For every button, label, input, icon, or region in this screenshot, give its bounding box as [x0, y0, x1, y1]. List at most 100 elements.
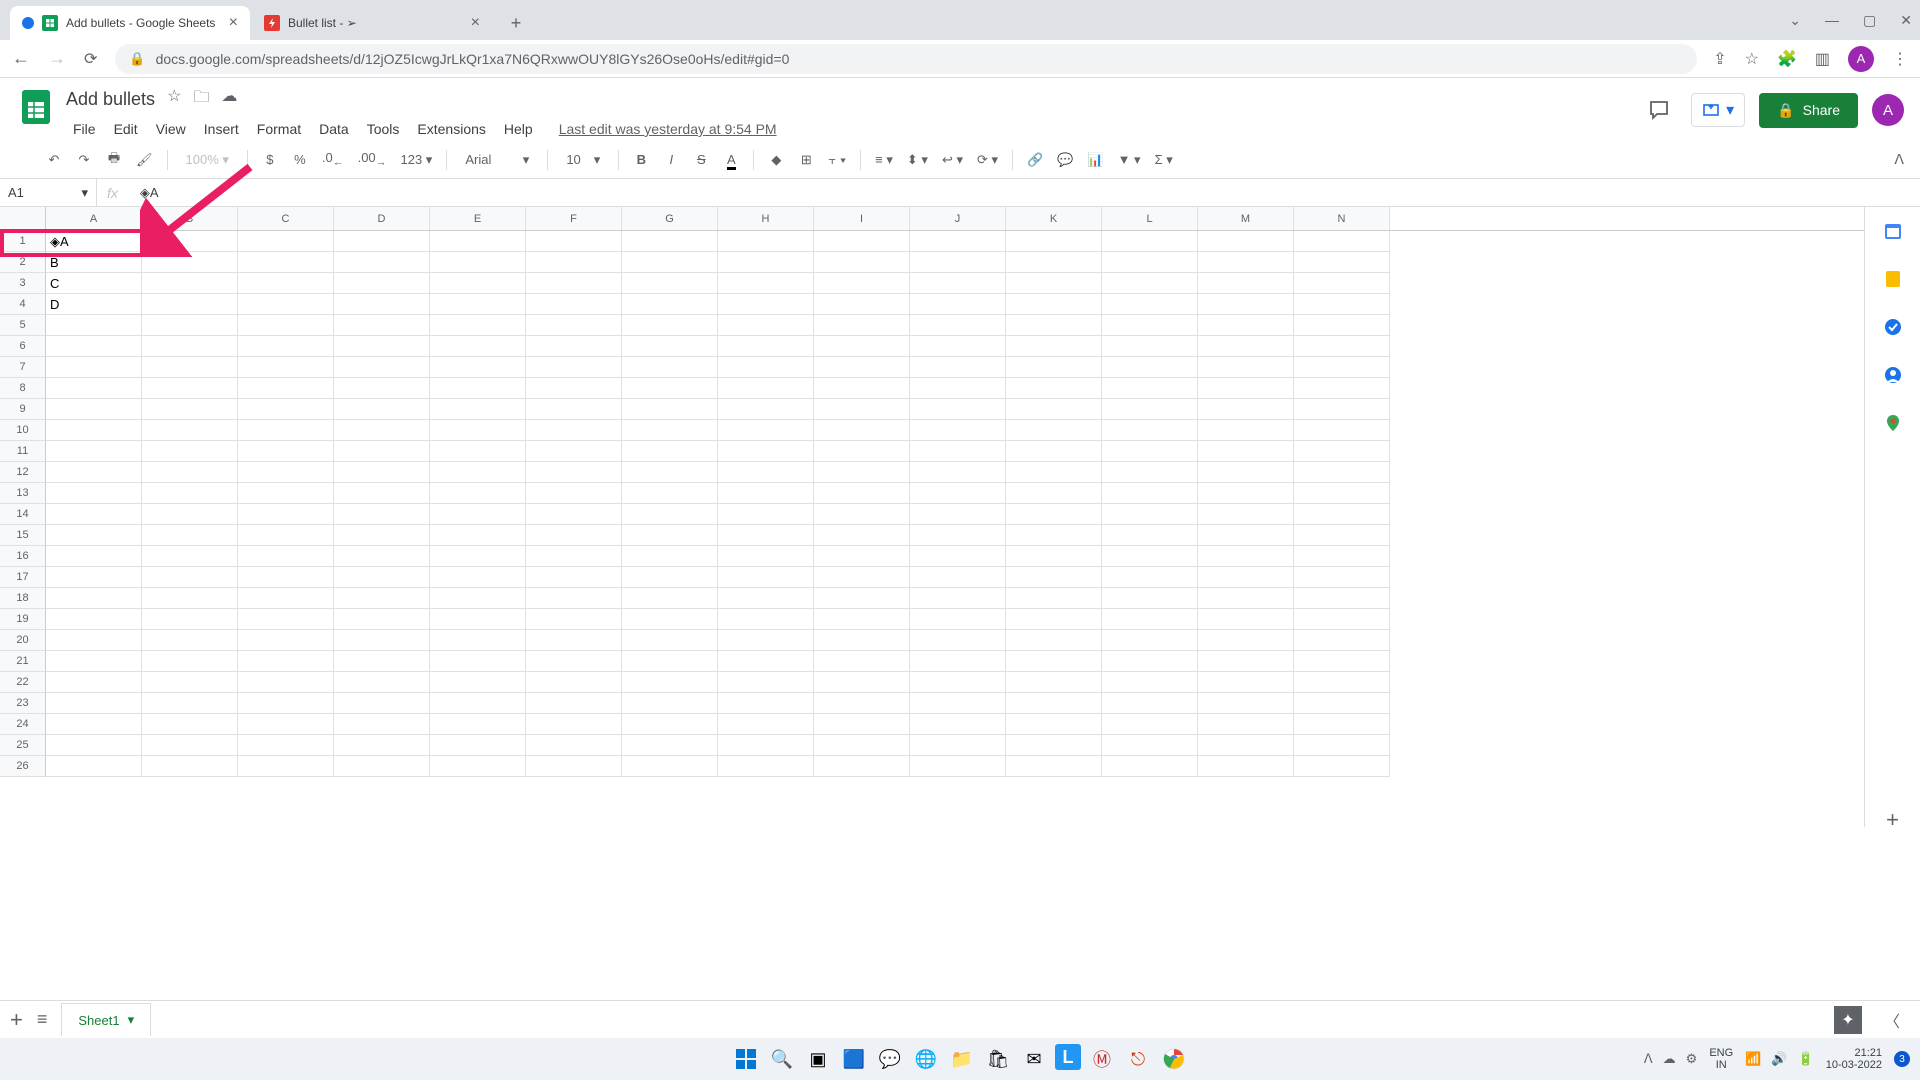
cell[interactable] [238, 588, 334, 609]
explorer-icon[interactable]: 📁 [947, 1044, 977, 1074]
cell[interactable] [46, 735, 142, 756]
cell[interactable] [334, 357, 430, 378]
cell[interactable] [1102, 756, 1198, 777]
chevron-down-icon[interactable]: ⌄ [1789, 12, 1801, 29]
cell[interactable] [142, 399, 238, 420]
cell[interactable] [1198, 420, 1294, 441]
cell[interactable] [430, 252, 526, 273]
cell[interactable] [910, 252, 1006, 273]
menu-edit[interactable]: Edit [107, 117, 145, 141]
cell[interactable] [1102, 252, 1198, 273]
row-header[interactable]: 20 [0, 630, 46, 651]
select-all-corner[interactable] [0, 207, 46, 230]
cell[interactable] [430, 399, 526, 420]
cell[interactable] [142, 420, 238, 441]
cell[interactable] [1102, 567, 1198, 588]
column-header[interactable]: J [910, 207, 1006, 230]
cell[interactable] [430, 735, 526, 756]
cell[interactable] [1294, 735, 1390, 756]
strike-button[interactable]: S [689, 148, 713, 171]
cell[interactable] [46, 483, 142, 504]
cell[interactable] [718, 357, 814, 378]
row-header[interactable]: 15 [0, 525, 46, 546]
app-l-icon[interactable]: L [1055, 1044, 1081, 1070]
cell[interactable] [814, 273, 910, 294]
tasks-icon[interactable] [1883, 317, 1903, 337]
cell[interactable] [430, 630, 526, 651]
all-sheets-button[interactable]: ≡ [37, 1009, 48, 1030]
store-icon[interactable]: 🛍 [983, 1044, 1013, 1074]
cell[interactable] [910, 672, 1006, 693]
cell[interactable] [430, 693, 526, 714]
cell[interactable] [430, 504, 526, 525]
cell[interactable] [1102, 315, 1198, 336]
cell[interactable] [1294, 567, 1390, 588]
cell[interactable] [1294, 756, 1390, 777]
cell[interactable] [622, 609, 718, 630]
browser-tab-active[interactable]: Add bullets - Google Sheets × [10, 6, 250, 40]
office-icon[interactable]: ⎋ [1123, 1044, 1153, 1074]
cell[interactable] [238, 567, 334, 588]
cell[interactable] [334, 273, 430, 294]
cell[interactable] [622, 441, 718, 462]
menu-format[interactable]: Format [250, 117, 308, 141]
cell[interactable] [238, 399, 334, 420]
cell[interactable] [910, 756, 1006, 777]
collapse-toolbar-icon[interactable]: ᐱ [1894, 151, 1904, 168]
cell[interactable] [238, 693, 334, 714]
row-header[interactable]: 13 [0, 483, 46, 504]
link-button[interactable]: 🔗 [1023, 148, 1047, 172]
cell[interactable] [1102, 525, 1198, 546]
merge-button[interactable]: ⫟ ▾ [824, 148, 850, 172]
cell[interactable] [46, 420, 142, 441]
cell[interactable] [526, 462, 622, 483]
cell[interactable] [238, 315, 334, 336]
cell[interactable] [814, 735, 910, 756]
cell[interactable] [1294, 231, 1390, 252]
cell[interactable] [1294, 399, 1390, 420]
cell[interactable] [334, 483, 430, 504]
cell[interactable] [238, 609, 334, 630]
cell[interactable] [910, 420, 1006, 441]
row-header[interactable]: 22 [0, 672, 46, 693]
cell[interactable] [334, 609, 430, 630]
cell[interactable] [718, 420, 814, 441]
cell[interactable] [718, 378, 814, 399]
move-folder-icon[interactable]: 🗀 [193, 86, 209, 113]
cell[interactable] [334, 252, 430, 273]
column-header[interactable]: M [1198, 207, 1294, 230]
cell[interactable] [718, 693, 814, 714]
font-size-select[interactable]: 10▾ [558, 152, 608, 168]
cell[interactable] [238, 336, 334, 357]
cell[interactable] [238, 672, 334, 693]
cell[interactable] [526, 609, 622, 630]
cell[interactable] [238, 273, 334, 294]
cell[interactable] [142, 231, 238, 252]
row-header[interactable]: 8 [0, 378, 46, 399]
cell[interactable] [1006, 231, 1102, 252]
mail-icon[interactable]: ✉ [1019, 1044, 1049, 1074]
tray-app-icon[interactable]: ⚙ [1686, 1051, 1698, 1067]
cell[interactable] [238, 357, 334, 378]
cell[interactable] [622, 735, 718, 756]
cell[interactable] [334, 231, 430, 252]
tab-close-icon[interactable]: × [229, 14, 238, 32]
undo-button[interactable]: ↶ [42, 148, 66, 172]
cell[interactable] [1198, 714, 1294, 735]
paint-format-button[interactable]: 🖌 [132, 148, 157, 172]
font-select[interactable]: Arial▾ [457, 152, 537, 168]
volume-icon[interactable]: 🔊 [1771, 1051, 1787, 1067]
cell[interactable] [46, 546, 142, 567]
cell[interactable] [622, 504, 718, 525]
cell[interactable] [1102, 672, 1198, 693]
cell[interactable] [1294, 483, 1390, 504]
cell[interactable] [1294, 546, 1390, 567]
cell[interactable] [142, 672, 238, 693]
cell[interactable] [622, 651, 718, 672]
new-tab-button[interactable]: + [502, 9, 530, 37]
cell[interactable] [1102, 546, 1198, 567]
cell[interactable] [1006, 462, 1102, 483]
cell[interactable] [718, 336, 814, 357]
cell[interactable] [142, 714, 238, 735]
cell[interactable] [718, 672, 814, 693]
